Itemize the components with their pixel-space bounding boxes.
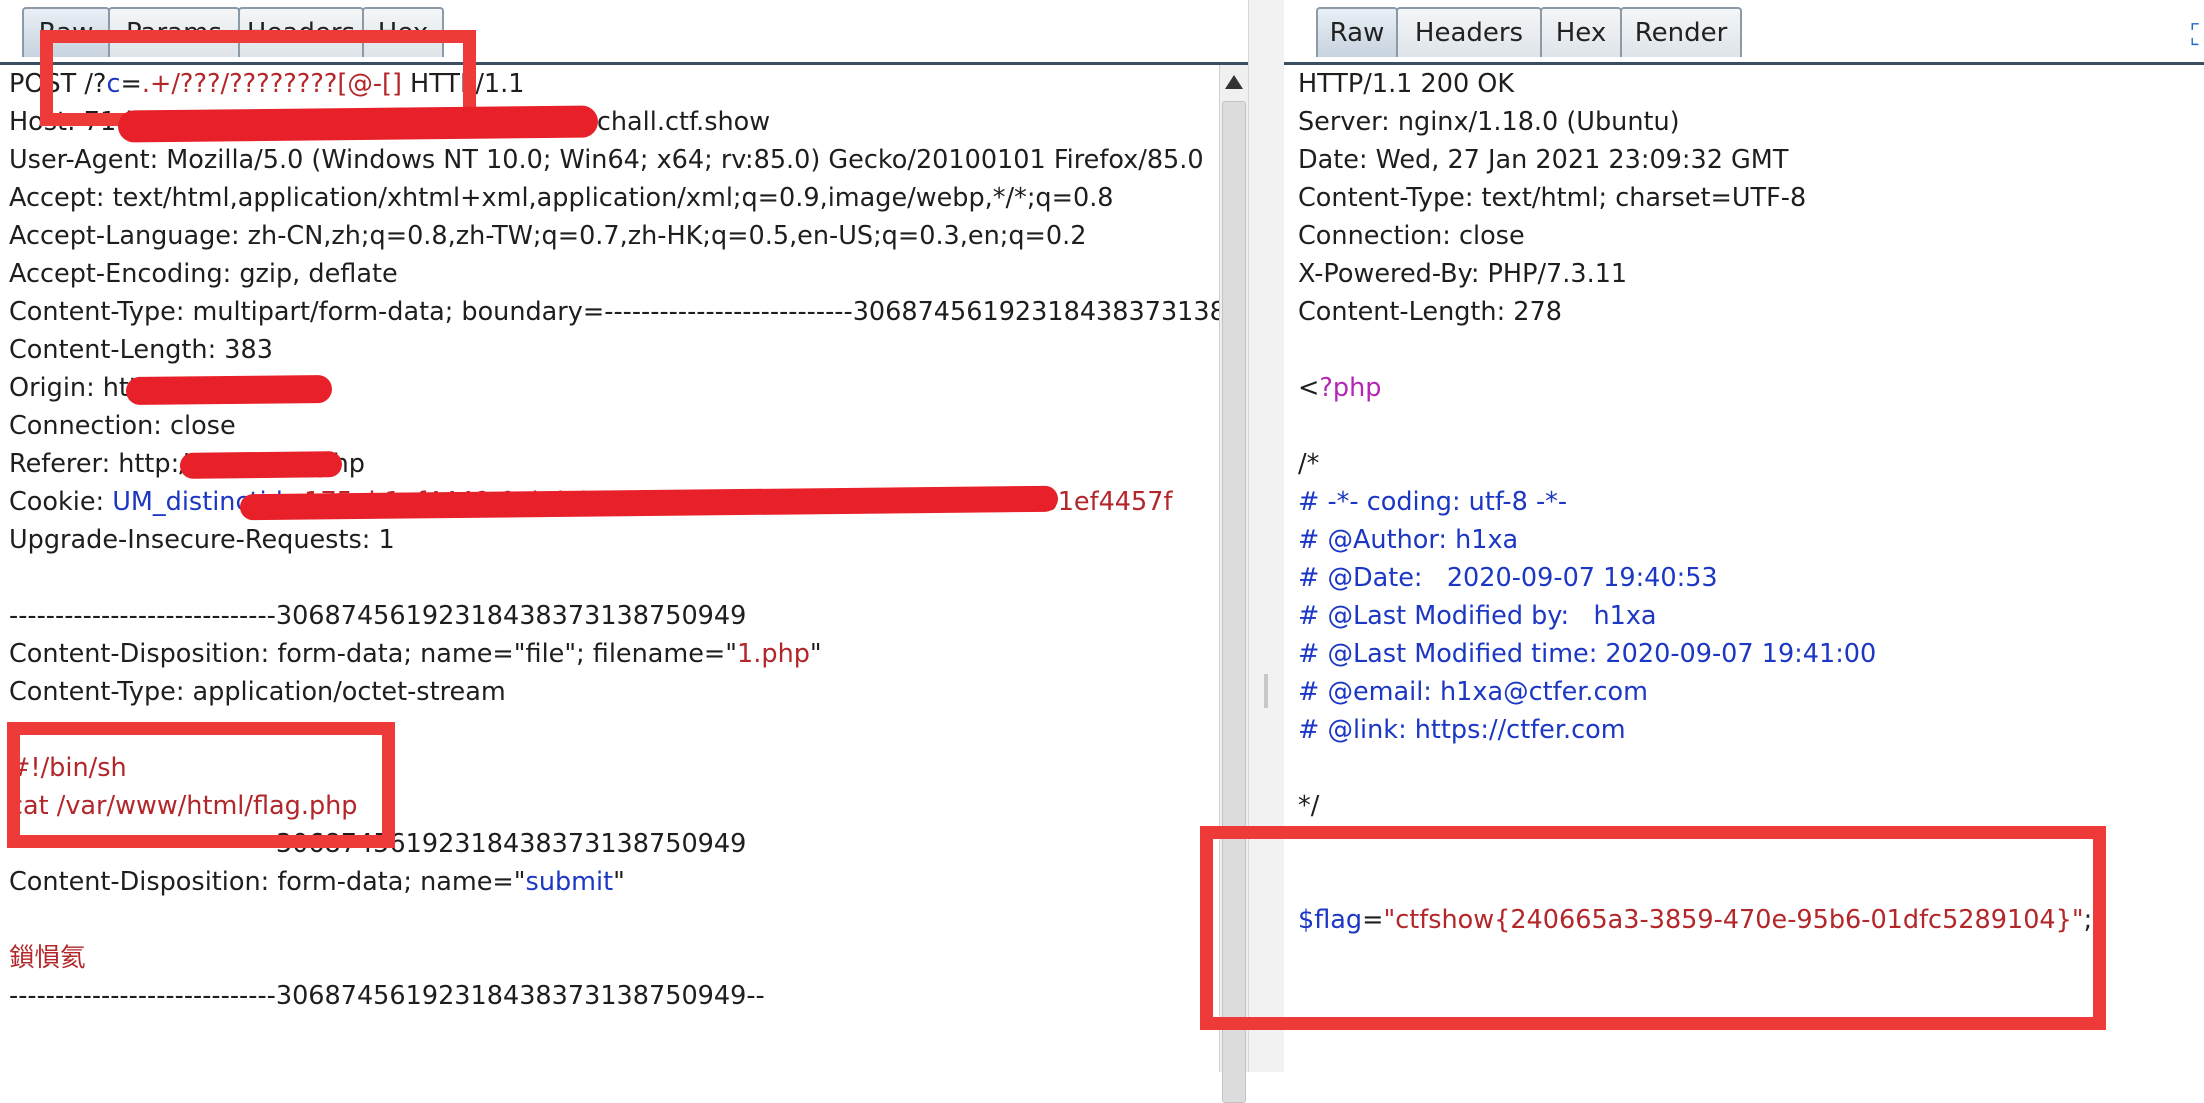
response-line-text: < <box>1298 373 1320 403</box>
response-line-text: # @Author: h1xa <box>1298 525 1519 555</box>
request-line-text: Accept-Encoding: gzip, deflate <box>9 259 398 289</box>
request-line-text: Content-Disposition: form-data; name="fi… <box>9 639 738 669</box>
request-line-text: " <box>809 639 822 669</box>
request-line: -----------------------------30687456192… <box>9 977 1220 1015</box>
response-line-text: ?php <box>1319 373 1382 403</box>
response-line-text: Server: nginx/1.18.0 (Ubuntu) <box>1298 107 1680 137</box>
request-line-text: Connection: close <box>9 411 236 441</box>
response-line: # @email: h1xa@ctfer.com <box>1298 673 2204 711</box>
request-line: Content-Length: 383 <box>9 331 1220 369</box>
divider-grip[interactable] <box>1264 674 1268 708</box>
request-line <box>9 559 1220 597</box>
scroll-up-arrow-icon[interactable] <box>1225 75 1243 89</box>
highlight-box-flag <box>1200 826 2106 1030</box>
redaction-origin <box>125 374 333 406</box>
response-line-text: # @link: https://ctfer.com <box>1298 715 1626 745</box>
response-line: <?php <box>1298 369 2204 407</box>
request-line: Content-Type: multipart/form-data; bound… <box>9 293 1220 331</box>
request-line: Content-Disposition: form-data; name="su… <box>9 863 1220 901</box>
response-line: Date: Wed, 27 Jan 2021 23:09:32 GMT <box>1298 141 2204 179</box>
response-line: Server: nginx/1.18.0 (Ubuntu) <box>1298 103 2204 141</box>
request-line: 鎻愪氦 <box>9 939 1220 977</box>
request-line: -----------------------------30687456192… <box>9 597 1220 635</box>
response-line: # @link: https://ctfer.com <box>1298 711 2204 749</box>
response-line-text: Connection: close <box>1298 221 1525 251</box>
response-line: HTTP/1.1 200 OK <box>1298 65 2204 103</box>
response-line-text: # @Date: 2020-09-07 19:40:53 <box>1298 563 1718 593</box>
redaction-referer <box>179 451 343 479</box>
request-line-text: 鎻愪氦 <box>9 943 86 973</box>
response-line: /* <box>1298 445 2204 483</box>
request-line: Accept-Language: zh-CN,zh;q=0.8,zh-TW;q=… <box>9 217 1220 255</box>
tab-render[interactable]: Render <box>1620 7 1742 57</box>
request-line-text: submit <box>525 867 614 897</box>
response-line-text: Date: Wed, 27 Jan 2021 23:09:32 GMT <box>1298 145 1789 175</box>
request-line-text: Content-Disposition: form-data; name=" <box>9 867 526 897</box>
response-line-text: Content-Type: text/html; charset=UTF-8 <box>1298 183 1807 213</box>
response-line: # @Last Modified by: h1xa <box>1298 597 2204 635</box>
request-editor[interactable]: POST /?c=.+/???/????????[@-[] HTTP/1.1 Ho… <box>0 65 1220 1072</box>
response-line: X-Powered-By: PHP/7.3.11 <box>1298 255 2204 293</box>
response-line-text: # -*- coding: utf-8 -*- <box>1298 487 1568 517</box>
request-line-text: User-Agent: Mozilla/5.0 (Windows NT 10.0… <box>9 145 1204 175</box>
redaction-host <box>117 105 599 143</box>
response-tab-bar: Raw Headers Hex Render ⛶ <box>1284 0 2204 65</box>
request-line: User-Agent: Mozilla/5.0 (Windows NT 10.0… <box>9 141 1220 179</box>
response-line: Content-Type: text/html; charset=UTF-8 <box>1298 179 2204 217</box>
response-line: */ <box>1298 787 2204 825</box>
response-line: # @Date: 2020-09-07 19:40:53 <box>1298 559 2204 597</box>
request-line: Connection: close <box>9 407 1220 445</box>
request-line: Upgrade-Insecure-Requests: 1 <box>9 521 1220 559</box>
request-line: Content-Type: application/octet-stream <box>9 673 1220 711</box>
response-line <box>1298 331 2204 369</box>
request-line-text: " <box>613 867 625 897</box>
request-pane: Raw Params Headers Hex POST /?c=.+/???/?… <box>0 0 1248 1103</box>
tab-hex[interactable]: Hex <box>1540 7 1622 57</box>
response-line-text: X-Powered-By: PHP/7.3.11 <box>1298 259 1628 289</box>
response-line-text: # @email: h1xa@ctfer.com <box>1298 677 1648 707</box>
request-line-text: Cookie: <box>9 487 113 517</box>
response-line: # -*- coding: utf-8 -*- <box>1298 483 2204 521</box>
response-line: # @Last Modified time: 2020-09-07 19:41:… <box>1298 635 2204 673</box>
request-line-text: Content-Type: multipart/form-data; bound… <box>9 297 1220 327</box>
response-line-text: # @Last Modified by: h1xa <box>1298 601 1657 631</box>
response-line-text: HTTP/1.1 200 OK <box>1298 69 1515 99</box>
response-line-text: Content-Length: 278 <box>1298 297 1562 327</box>
response-pane: Raw Headers Hex Render ⛶ HTTP/1.1 200 OK… <box>1200 0 2204 1072</box>
request-line-text: Upgrade-Insecure-Requests: 1 <box>9 525 395 555</box>
response-line-text: /* <box>1298 449 1320 479</box>
expand-icon[interactable]: ⛶ <box>2191 18 2204 53</box>
request-line-text: Content-Type: application/octet-stream <box>9 677 506 707</box>
response-line <box>1298 407 2204 445</box>
response-line <box>1298 749 2204 787</box>
response-line-text: */ <box>1298 791 1320 821</box>
highlight-box-payload <box>7 722 395 848</box>
request-line-text: Accept-Language: zh-CN,zh;q=0.8,zh-TW;q=… <box>9 221 1087 251</box>
tab-raw[interactable]: Raw <box>1316 7 1398 57</box>
request-line-text: -----------------------------30687456192… <box>9 981 765 1011</box>
request-line-text: -----------------------------30687456192… <box>9 601 747 631</box>
request-line-text: Accept: text/html,application/xhtml+xml,… <box>9 183 1114 213</box>
tab-headers[interactable]: Headers <box>1396 7 1542 57</box>
request-line-text: 1.php <box>737 639 810 669</box>
response-line-text: # @Last Modified time: 2020-09-07 19:41:… <box>1298 639 1877 669</box>
request-line: Accept: text/html,application/xhtml+xml,… <box>9 179 1220 217</box>
request-line-text: Referer: http:// <box>9 449 197 479</box>
request-line-text: Content-Length: 383 <box>9 335 273 365</box>
response-line: Connection: close <box>1298 217 2204 255</box>
response-line: # @Author: h1xa <box>1298 521 2204 559</box>
request-line <box>9 901 1220 939</box>
request-line: Content-Disposition: form-data; name="fi… <box>9 635 1220 673</box>
request-line: Accept-Encoding: gzip, deflate <box>9 255 1220 293</box>
response-line: Content-Length: 278 <box>1298 293 2204 331</box>
